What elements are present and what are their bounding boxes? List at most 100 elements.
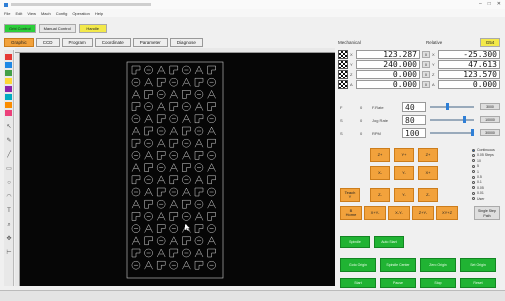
pointer-icon[interactable]: ↖	[5, 124, 13, 131]
step-option-label: 5	[477, 164, 479, 169]
override-slider-track[interactable]	[430, 106, 474, 108]
mode-grbl-control[interactable]: Grbl Control	[4, 24, 36, 33]
pattern-cell	[169, 224, 178, 233]
step-radio-icon[interactable]	[472, 186, 475, 190]
zoom-icon[interactable]: ⌕	[5, 222, 13, 229]
tab-diagnose[interactable]: Diagnose	[169, 38, 203, 47]
color-swatch[interactable]	[5, 86, 12, 92]
control-button[interactable]: Spindle Center	[380, 258, 416, 272]
pattern-cell	[156, 90, 166, 99]
close-icon[interactable]: ✕	[497, 1, 501, 7]
teach-button[interactable]: Teach Y	[340, 188, 360, 202]
color-swatch[interactable]	[5, 102, 12, 108]
arc-icon[interactable]: ◠	[5, 194, 13, 201]
jog-combo-button[interactable]: Z+Y-	[412, 206, 434, 220]
override-slider-knob[interactable]	[471, 129, 474, 136]
tab-program[interactable]: Program	[61, 38, 93, 47]
control-button[interactable]: Start	[340, 278, 376, 288]
color-swatch[interactable]	[5, 78, 12, 84]
jog-button[interactable]: Z+	[370, 148, 390, 162]
pan-icon[interactable]: ✥	[5, 236, 13, 243]
g54-button[interactable]: G54	[480, 38, 500, 47]
tab-coordinate[interactable]: Coordinate	[94, 38, 131, 47]
tab-parameter[interactable]: Parameter	[132, 38, 168, 47]
override-max-button[interactable]: 10000	[480, 116, 500, 123]
control-button[interactable]: Set Origin	[460, 258, 496, 272]
pattern-cell	[144, 236, 153, 246]
override-max-button[interactable]: 30000	[480, 129, 500, 136]
pattern-cell	[131, 163, 141, 172]
override-slider-knob[interactable]	[446, 103, 449, 110]
rect-icon[interactable]: ▭	[5, 166, 13, 173]
tab-graphic[interactable]: Graphic	[4, 38, 34, 47]
step-radio-icon[interactable]	[472, 191, 475, 195]
step-radio-icon[interactable]	[472, 153, 475, 157]
zero-z-button[interactable]: 0	[422, 71, 430, 78]
menu-mach[interactable]: Mach	[41, 11, 51, 16]
jog-button[interactable]: Y-	[394, 166, 414, 180]
jog-button[interactable]: Z-	[370, 188, 390, 202]
menu-help[interactable]: Help	[95, 11, 103, 16]
tab-ccd[interactable]: CCD	[35, 38, 60, 47]
step-radio-icon[interactable]	[472, 159, 475, 163]
color-swatch[interactable]	[5, 110, 12, 116]
pattern-cell	[182, 150, 191, 160]
zero-x-button[interactable]: 0	[422, 51, 430, 58]
axis-label: X	[432, 52, 435, 57]
text-icon[interactable]: T	[5, 208, 13, 215]
pattern-cell	[144, 90, 153, 99]
measure-icon[interactable]: ⊢	[5, 250, 13, 257]
circle-icon[interactable]: ○	[5, 180, 13, 187]
pencil-icon[interactable]: ✎	[5, 138, 13, 145]
axis-label: Z	[432, 72, 435, 77]
zero-a-button[interactable]: 0	[422, 81, 430, 88]
control-button[interactable]: Reset	[460, 278, 496, 288]
pattern-cell	[207, 248, 216, 258]
step-radio-icon[interactable]	[472, 170, 475, 174]
mode-manual-control[interactable]: Manual Control	[38, 24, 76, 33]
override-slider-track[interactable]	[430, 132, 474, 134]
color-swatch[interactable]	[5, 62, 12, 68]
override-max-button[interactable]: 3000	[480, 103, 500, 110]
maximize-icon[interactable]: □	[488, 1, 491, 7]
step-radio-icon[interactable]	[472, 180, 475, 184]
step-radio-icon[interactable]	[472, 175, 475, 179]
step-radio-icon[interactable]	[472, 148, 475, 152]
axis-indicator-icon	[338, 80, 348, 89]
step-radio-icon[interactable]	[472, 164, 475, 168]
jog-button[interactable]: Z-	[418, 188, 438, 202]
control-button[interactable]: Pause	[380, 278, 416, 288]
jog-combo-button[interactable]: XY+Z	[436, 206, 458, 220]
color-swatch[interactable]	[5, 94, 12, 100]
control-button[interactable]: Goto Origin	[340, 258, 376, 272]
override-value: 80	[402, 115, 426, 125]
control-button[interactable]: Auto Start	[374, 236, 404, 248]
jog-combo-button[interactable]: X-Y-	[388, 206, 410, 220]
color-swatch[interactable]	[5, 70, 12, 76]
step-radio-icon[interactable]	[472, 197, 475, 201]
menu-file[interactable]: File	[4, 11, 10, 16]
control-button[interactable]: Spindle	[340, 236, 370, 248]
menu-config[interactable]: Config	[56, 11, 68, 16]
jog-button[interactable]: Z+	[418, 148, 438, 162]
control-button[interactable]: Zero Origin	[420, 258, 456, 272]
minimize-icon[interactable]: –	[479, 1, 482, 7]
control-button[interactable]: Stop	[420, 278, 456, 288]
jog-combo-button[interactable]: B Home	[340, 206, 362, 220]
menu-operation[interactable]: Operation	[72, 11, 90, 16]
line-icon[interactable]: ╱	[5, 152, 13, 159]
menu-view[interactable]: View	[27, 11, 36, 16]
zero-y-button[interactable]: 0	[422, 61, 430, 68]
mode-handle[interactable]: Handle	[78, 24, 107, 33]
menu-edit[interactable]: Edit	[15, 11, 22, 16]
jog-combo-button[interactable]: X+Y-	[364, 206, 386, 220]
jog-button[interactable]: Y-	[394, 188, 414, 202]
jog-button[interactable]: Y+	[394, 148, 414, 162]
pattern-cell	[182, 236, 191, 246]
color-swatch[interactable]	[5, 54, 12, 60]
override-slider-knob[interactable]	[463, 116, 466, 123]
single-step-path-button[interactable]: Single Step Path	[474, 206, 500, 220]
jog-button[interactable]: X-	[370, 166, 390, 180]
override-slider-track[interactable]	[430, 119, 474, 121]
jog-button[interactable]: X+	[418, 166, 438, 180]
